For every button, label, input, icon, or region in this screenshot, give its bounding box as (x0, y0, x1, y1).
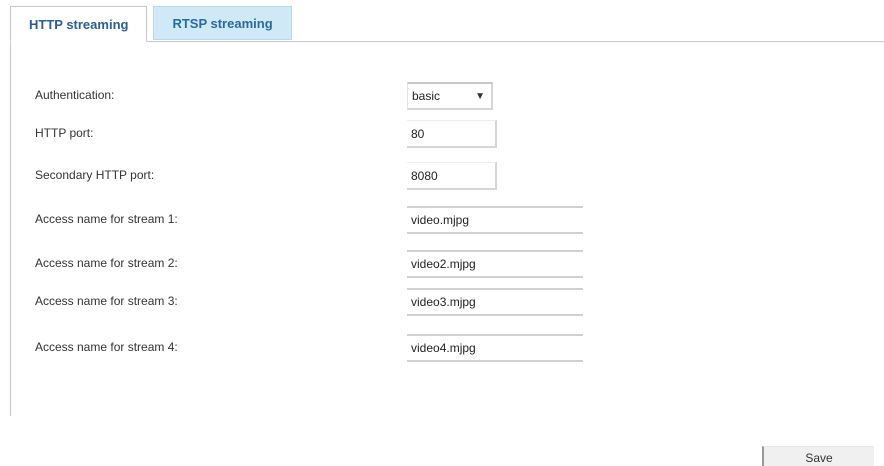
authentication-value: basic (412, 89, 441, 103)
authentication-select[interactable]: basic ▼ (407, 82, 493, 110)
secondary-http-port-row: Secondary HTTP port: 8080 (11, 162, 884, 192)
stream4-row: Access name for stream 4: video4.mjpg (11, 334, 884, 364)
stream4-access-name-field[interactable]: video4.mjpg (407, 334, 583, 362)
tab-bar: HTTP streaming RTSP streaming (10, 6, 292, 42)
stream1-label: Access name for stream 1: (35, 212, 178, 226)
http-port-value: 80 (411, 126, 425, 141)
stream2-access-name-field[interactable]: video2.mjpg (407, 250, 583, 278)
stream2-value: video2.mjpg (411, 257, 476, 271)
stream1-access-name-field[interactable]: video.mjpg (407, 206, 583, 234)
stream3-label: Access name for stream 3: (35, 294, 178, 308)
stream4-value: video4.mjpg (411, 341, 476, 355)
save-button[interactable]: Save (762, 446, 874, 466)
tab-rtsp-streaming[interactable]: RTSP streaming (153, 6, 292, 40)
http-port-label: HTTP port: (35, 126, 94, 140)
tab-http-streaming-label: HTTP streaming (29, 16, 129, 32)
stream1-row: Access name for stream 1: video.mjpg (11, 206, 884, 236)
tab-rtsp-streaming-label: RTSP streaming (172, 15, 273, 31)
http-streaming-settings: HTTP streaming RTSP streaming Authentica… (0, 0, 884, 466)
stream4-label: Access name for stream 4: (35, 340, 178, 354)
secondary-http-port-field[interactable]: 8080 (407, 162, 497, 190)
secondary-http-port-value: 8080 (411, 168, 438, 183)
authentication-row: Authentication: basic ▼ (11, 82, 884, 112)
secondary-http-port-label: Secondary HTTP port: (35, 168, 155, 182)
stream2-row: Access name for stream 2: video2.mjpg (11, 250, 884, 280)
stream3-row: Access name for stream 3: video3.mjpg (11, 288, 884, 318)
authentication-label: Authentication: (35, 88, 115, 102)
stream3-access-name-field[interactable]: video3.mjpg (407, 288, 583, 316)
save-button-label: Save (805, 450, 833, 465)
settings-panel: Authentication: basic ▼ HTTP port: 80 Se… (10, 41, 884, 416)
http-port-field[interactable]: 80 (407, 120, 497, 148)
tab-http-streaming[interactable]: HTTP streaming (10, 6, 148, 42)
chevron-down-icon: ▼ (475, 90, 485, 102)
stream2-label: Access name for stream 2: (35, 256, 178, 270)
stream3-value: video3.mjpg (411, 295, 476, 309)
http-port-row: HTTP port: 80 (11, 120, 884, 150)
stream1-value: video.mjpg (411, 213, 470, 227)
